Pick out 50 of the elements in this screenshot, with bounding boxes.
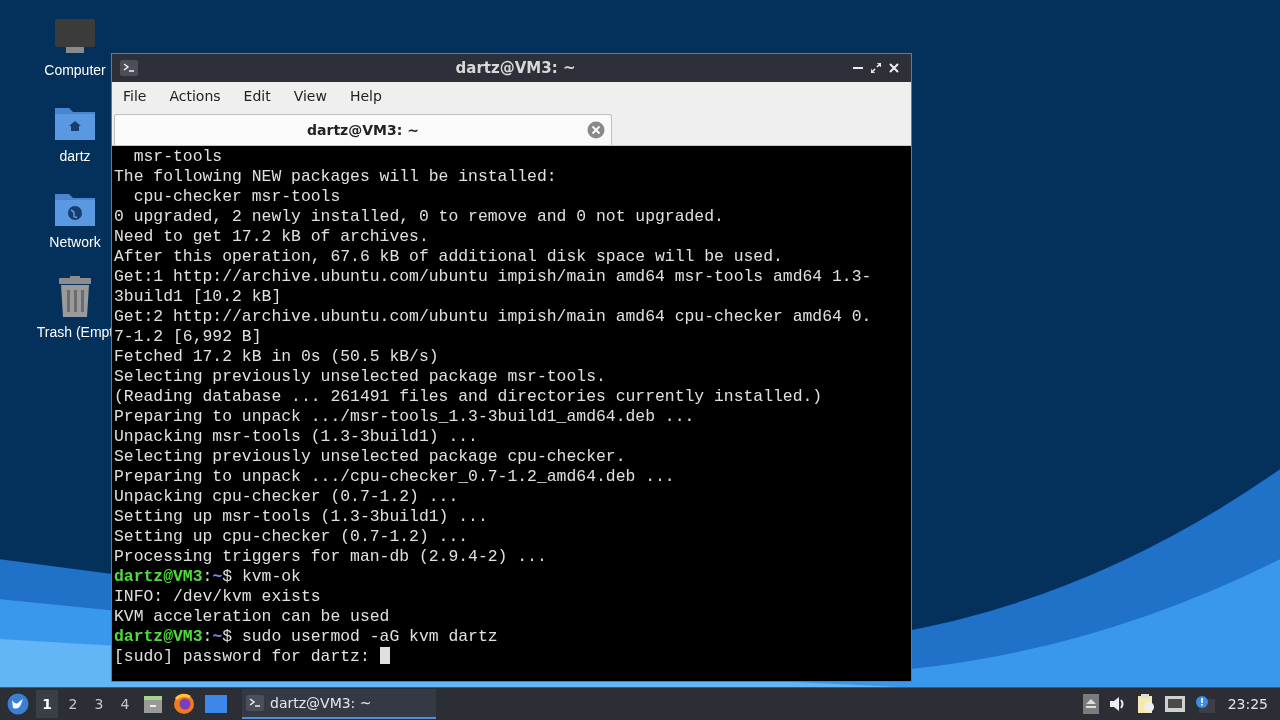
monitor-icon bbox=[54, 18, 96, 56]
window-title: dartz@VM3: ~ bbox=[454, 59, 577, 77]
terminal-icon bbox=[120, 60, 138, 76]
terminal-line: Get:2 http://archive.ubuntu.com/ubuntu impish/main amd64 cpu-checker amd64 0. bbox=[114, 307, 872, 326]
terminal-line: cpu-checker msr-tools bbox=[132, 187, 341, 206]
menu-item[interactable]: File bbox=[116, 88, 154, 104]
terminal-line: Processing triggers for man-db (2.9.4-2) ... bbox=[114, 547, 547, 566]
menu-item[interactable]: View bbox=[286, 88, 334, 104]
terminal-line: The following NEW packages will be installed: bbox=[114, 167, 557, 186]
clock[interactable]: 23:25 bbox=[1227, 696, 1268, 712]
desktop-icon-label[interactable]: Computer bbox=[44, 62, 106, 78]
terminal-line: Preparing to unpack .../cpu-checker_0.7-1.2_amd64.deb ... bbox=[114, 467, 675, 486]
trash-icon bbox=[57, 276, 93, 318]
terminal-tab[interactable]: dartz@VM3: ~ bbox=[114, 114, 612, 145]
terminal-line: Need to get 17.2 kB of archives. bbox=[114, 227, 429, 246]
workspace-button[interactable]: 2 bbox=[62, 690, 84, 718]
terminal-line: Preparing to unpack .../msr-tools_1.3-3build1_amd64.deb ... bbox=[114, 407, 695, 426]
workspace-button[interactable]: 4 bbox=[114, 690, 136, 718]
menu-item[interactable]: Actions bbox=[162, 88, 228, 104]
desktop-icon-label[interactable]: dartz bbox=[59, 148, 91, 164]
terminal-line: Unpacking cpu-checker (0.7-1.2) ... bbox=[114, 487, 459, 506]
terminal-line: INFO: /dev/kvm exists bbox=[114, 587, 321, 606]
terminal-line: Get:1 http://archive.ubuntu.com/ubuntu impish/main amd64 msr-tools amd64 1.3- bbox=[114, 267, 872, 286]
terminal-line: Setting up cpu-checker (0.7-1.2) ... bbox=[114, 527, 469, 546]
password-prompt: [sudo] password for dartz: bbox=[114, 647, 371, 666]
workspace-button[interactable]: 1 bbox=[36, 690, 58, 718]
terminal-line: Selecting previously unselected package cpu-checker. bbox=[114, 447, 626, 466]
terminal-line: Selecting previously unselected package msr-tools. bbox=[114, 367, 606, 386]
terminal-line: KVM acceleration can be used bbox=[114, 607, 390, 626]
task-button[interactable]: dartz@VM3: ~ bbox=[242, 689, 436, 719]
menu-item[interactable]: Edit bbox=[236, 88, 278, 104]
terminal-line: 0 upgraded, 2 newly installed, 0 to remove and 0 not upgraded. bbox=[114, 207, 724, 226]
terminal-line: 7-1.2 [6,992 B] bbox=[114, 327, 262, 346]
terminal-icon bbox=[246, 695, 264, 711]
terminal-line: 3build1 [10.2 kB] bbox=[114, 287, 282, 306]
terminal-line: Setting up msr-tools (1.3-3build1) ... bbox=[114, 507, 488, 526]
terminal-line: (Reading database ... 261491 files and directories currently installed.) bbox=[114, 387, 823, 406]
text-cursor bbox=[379, 647, 390, 664]
prompt-line: dartz@VM3:~$ sudo usermod -aG kvm dartz bbox=[114, 627, 498, 646]
terminal-line: After this operation, 67.6 kB of additional disk space will be used. bbox=[114, 247, 783, 266]
terminal-line: Fetched 17.2 kB in 0s (50.5 kB/s) bbox=[114, 347, 439, 366]
terminal-line: msr-tools bbox=[132, 147, 223, 166]
close-icon[interactable] bbox=[587, 121, 605, 139]
maximize-icon bbox=[871, 63, 881, 73]
workspace-button[interactable]: 3 bbox=[88, 690, 110, 718]
desktop-icon-label[interactable]: Network bbox=[49, 234, 101, 250]
menu-item[interactable]: Help bbox=[342, 88, 389, 104]
terminal-line: Unpacking msr-tools (1.3-3build1) ... bbox=[114, 427, 478, 446]
close-icon bbox=[889, 63, 899, 73]
prompt-line: dartz@VM3:~$ kvm-ok bbox=[114, 567, 301, 586]
